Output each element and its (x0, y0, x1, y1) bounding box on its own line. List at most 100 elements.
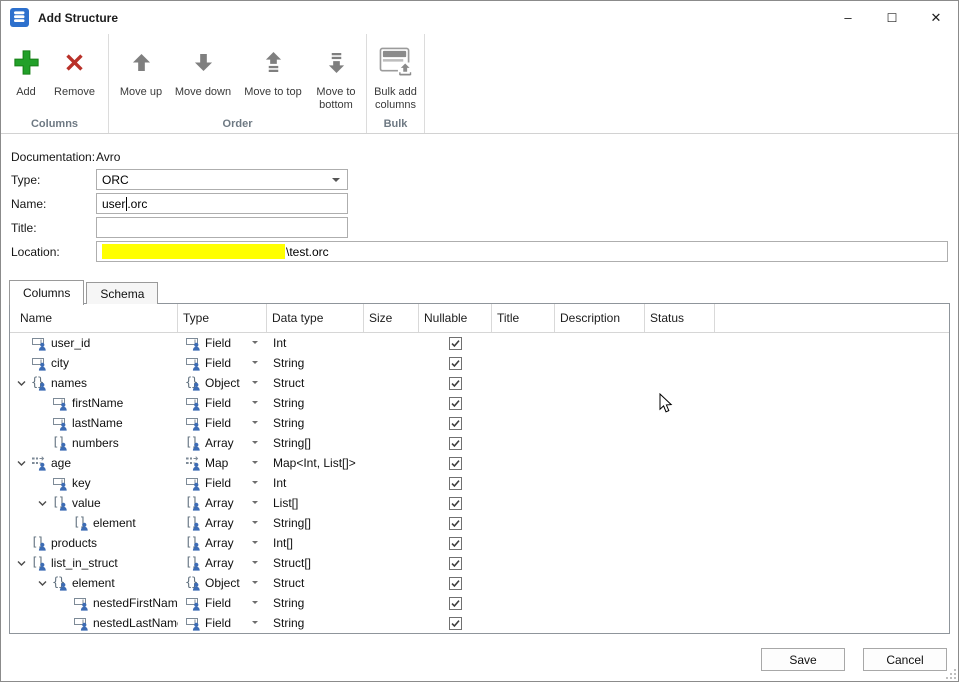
title-input[interactable] (96, 217, 348, 238)
row-type-dropdown[interactable]: {} Object (178, 373, 267, 393)
row-description[interactable] (555, 413, 645, 433)
row-status[interactable] (645, 373, 715, 393)
row-title[interactable] (492, 333, 555, 353)
row-datatype[interactable]: Map<Int, List[]> (267, 453, 364, 473)
row-datatype[interactable]: Int (267, 473, 364, 493)
tab-columns[interactable]: Columns (9, 280, 85, 305)
table-row[interactable]: [] list_in_struct [] Array Struct[] (10, 553, 949, 573)
row-description[interactable] (555, 573, 645, 593)
nullable-checkbox[interactable] (449, 516, 462, 530)
row-status[interactable] (645, 353, 715, 373)
row-status[interactable] (645, 413, 715, 433)
bulk-add-columns-button[interactable]: Bulk add columns (367, 39, 424, 112)
table-row[interactable]: {} element {} Object Struct (10, 573, 949, 593)
row-size[interactable] (364, 533, 419, 553)
column-header-status[interactable]: Status (645, 304, 715, 332)
row-datatype[interactable]: Struct[] (267, 553, 364, 573)
move-down-button[interactable]: Move down (169, 39, 237, 99)
row-name-cell[interactable]: user_id (10, 333, 178, 353)
row-type-dropdown[interactable]: [] Array (178, 553, 267, 573)
move-to-bottom-button[interactable]: Move to bottom (309, 39, 363, 112)
row-datatype[interactable]: Struct (267, 573, 364, 593)
row-name-cell[interactable]: nestedFirstName (10, 593, 178, 613)
row-status[interactable] (645, 613, 715, 633)
row-size[interactable] (364, 433, 419, 453)
row-description[interactable] (555, 433, 645, 453)
nullable-checkbox[interactable] (449, 416, 462, 430)
row-description[interactable] (555, 493, 645, 513)
table-row[interactable]: {} names {} Object Struct (10, 373, 949, 393)
row-datatype[interactable]: Int[] (267, 533, 364, 553)
row-size[interactable] (364, 613, 419, 633)
nullable-checkbox[interactable] (449, 396, 462, 410)
chevron-down-icon[interactable] (58, 596, 73, 610)
column-header-type[interactable]: Type (178, 304, 267, 332)
table-row[interactable]: user_id Field Int (10, 333, 949, 353)
row-datatype[interactable]: String[] (267, 433, 364, 453)
row-title[interactable] (492, 513, 555, 533)
row-size[interactable] (364, 573, 419, 593)
row-name-cell[interactable]: {} names (10, 373, 178, 393)
row-title[interactable] (492, 473, 555, 493)
row-status[interactable] (645, 533, 715, 553)
nullable-checkbox[interactable] (449, 616, 462, 630)
row-title[interactable] (492, 593, 555, 613)
chevron-down-icon[interactable] (16, 556, 31, 570)
add-button[interactable]: Add (5, 39, 47, 99)
row-title[interactable] (492, 453, 555, 473)
row-type-dropdown[interactable]: [] Array (178, 433, 267, 453)
nullable-checkbox[interactable] (449, 596, 462, 610)
row-status[interactable] (645, 553, 715, 573)
row-datatype[interactable]: String[] (267, 513, 364, 533)
row-status[interactable] (645, 333, 715, 353)
row-type-dropdown[interactable]: Field (178, 593, 267, 613)
table-row[interactable]: [] products [] Array Int[] (10, 533, 949, 553)
chevron-down-icon[interactable] (16, 536, 31, 550)
nullable-checkbox[interactable] (449, 336, 462, 350)
table-row[interactable]: nestedLastName Field String (10, 613, 949, 633)
row-description[interactable] (555, 593, 645, 613)
row-description[interactable] (555, 373, 645, 393)
type-dropdown[interactable]: ORC (96, 169, 348, 190)
row-status[interactable] (645, 493, 715, 513)
table-row[interactable]: [] value [] Array List[] (10, 493, 949, 513)
row-description[interactable] (555, 533, 645, 553)
row-size[interactable] (364, 393, 419, 413)
column-header-size[interactable]: Size (364, 304, 419, 332)
move-up-button[interactable]: Move up (113, 39, 169, 99)
row-name-cell[interactable]: [] numbers (10, 433, 178, 453)
row-status[interactable] (645, 393, 715, 413)
row-type-dropdown[interactable]: Field (178, 413, 267, 433)
row-name-cell[interactable]: [] element (10, 513, 178, 533)
chevron-down-icon[interactable] (37, 496, 52, 510)
row-type-dropdown[interactable]: Field (178, 393, 267, 413)
nullable-checkbox[interactable] (449, 456, 462, 470)
row-name-cell[interactable]: lastName (10, 413, 178, 433)
row-description[interactable] (555, 453, 645, 473)
row-name-cell[interactable]: [] products (10, 533, 178, 553)
column-header-datatype[interactable]: Data type (267, 304, 364, 332)
row-datatype[interactable]: List[] (267, 493, 364, 513)
title-bar[interactable]: Add Structure – ☐ ✕ (1, 1, 958, 35)
row-type-dropdown[interactable]: [] Array (178, 513, 267, 533)
row-status[interactable] (645, 433, 715, 453)
table-row[interactable]: firstName Field String (10, 393, 949, 413)
row-size[interactable] (364, 593, 419, 613)
row-datatype[interactable]: String (267, 353, 364, 373)
move-to-top-button[interactable]: Move to top (237, 39, 309, 99)
row-datatype[interactable]: String (267, 613, 364, 633)
nullable-checkbox[interactable] (449, 356, 462, 370)
column-header-description[interactable]: Description (555, 304, 645, 332)
nullable-checkbox[interactable] (449, 556, 462, 570)
row-name-cell[interactable]: [] list_in_struct (10, 553, 178, 573)
chevron-down-icon[interactable] (58, 516, 73, 530)
row-title[interactable] (492, 533, 555, 553)
chevron-down-icon[interactable] (16, 456, 31, 470)
name-input[interactable]: user .orc (96, 193, 348, 214)
chevron-down-icon[interactable] (58, 616, 73, 630)
row-status[interactable] (645, 573, 715, 593)
table-row[interactable]: key Field Int (10, 473, 949, 493)
row-type-dropdown[interactable]: Field (178, 353, 267, 373)
row-title[interactable] (492, 433, 555, 453)
row-size[interactable] (364, 333, 419, 353)
